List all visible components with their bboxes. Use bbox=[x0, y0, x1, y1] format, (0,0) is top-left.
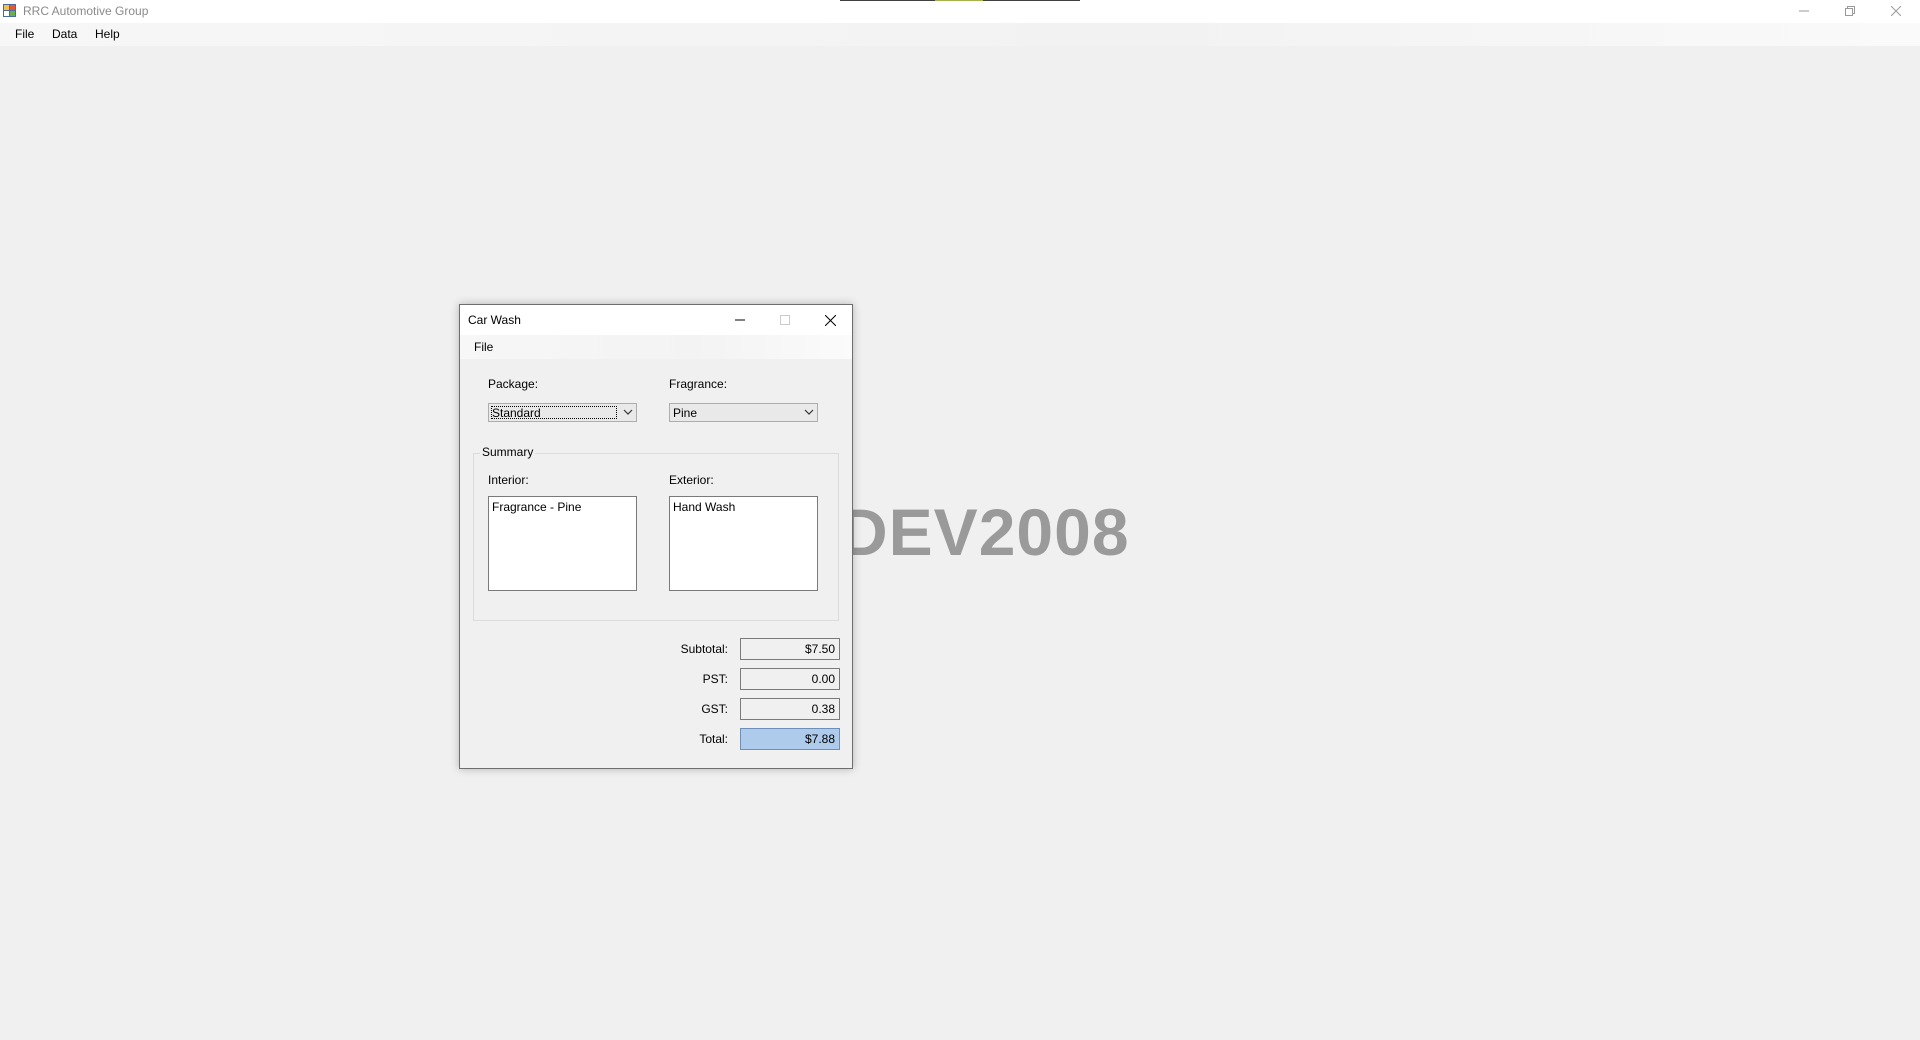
maximize-icon bbox=[780, 315, 790, 325]
dialog-menubar: File bbox=[460, 335, 852, 359]
exterior-label: Exterior: bbox=[669, 473, 714, 487]
dialog-maximize-button bbox=[765, 307, 805, 333]
list-item[interactable]: Hand Wash bbox=[673, 500, 735, 514]
app-title: RRC Automotive Group bbox=[23, 4, 149, 18]
minimize-icon bbox=[1799, 10, 1809, 12]
interior-label: Interior: bbox=[488, 473, 529, 487]
dialog-titlebar[interactable]: Car Wash bbox=[460, 305, 852, 335]
package-label: Package: bbox=[488, 377, 539, 391]
dialog-close-button[interactable] bbox=[810, 307, 850, 333]
main-menubar: File Data Help bbox=[0, 23, 1920, 46]
main-titlebar[interactable]: RRC Automotive Group bbox=[0, 0, 1920, 23]
interior-list[interactable]: Fragrance - Pine bbox=[488, 496, 637, 591]
dialog-menu-file[interactable]: File bbox=[474, 340, 493, 354]
fragrance-value: Pine bbox=[673, 406, 698, 420]
minimize-button[interactable] bbox=[1781, 0, 1827, 22]
menu-file[interactable]: File bbox=[13, 27, 36, 41]
subtotal-label: Subtotal: bbox=[680, 642, 728, 656]
dialog-title: Car Wash bbox=[468, 313, 521, 327]
chevron-down-icon bbox=[623, 409, 633, 415]
close-icon bbox=[824, 314, 836, 326]
watermark-text: DEV2008 bbox=[840, 495, 1130, 569]
gst-output: 0.38 bbox=[740, 698, 840, 720]
close-icon bbox=[1891, 6, 1901, 16]
menu-help[interactable]: Help bbox=[93, 27, 122, 41]
exterior-list[interactable]: Hand Wash bbox=[669, 496, 818, 591]
package-value: Standard bbox=[492, 406, 541, 420]
chevron-down-icon bbox=[804, 409, 814, 415]
close-button[interactable] bbox=[1873, 0, 1919, 22]
car-wash-dialog: Car Wash File Package: Standard Fragranc… bbox=[459, 304, 853, 769]
subtotal-output: $7.50 bbox=[740, 638, 840, 660]
restore-icon bbox=[1845, 6, 1855, 16]
menu-data[interactable]: Data bbox=[50, 27, 79, 41]
total-output: $7.88 bbox=[740, 728, 840, 750]
restore-button[interactable] bbox=[1827, 0, 1873, 22]
title-accent-mid bbox=[935, 0, 983, 1]
package-select[interactable]: Standard bbox=[488, 403, 637, 422]
pst-label: PST: bbox=[702, 672, 728, 686]
dialog-minimize-button[interactable] bbox=[720, 307, 760, 333]
fragrance-select[interactable]: Pine bbox=[669, 403, 818, 422]
list-item[interactable]: Fragrance - Pine bbox=[492, 500, 581, 514]
fragrance-label: Fragrance: bbox=[669, 377, 728, 391]
pst-output: 0.00 bbox=[740, 668, 840, 690]
minimize-icon bbox=[735, 319, 745, 321]
app-icon bbox=[3, 4, 16, 17]
total-label: Total: bbox=[699, 732, 728, 746]
summary-legend: Summary bbox=[480, 445, 536, 459]
gst-label: GST: bbox=[701, 702, 728, 716]
